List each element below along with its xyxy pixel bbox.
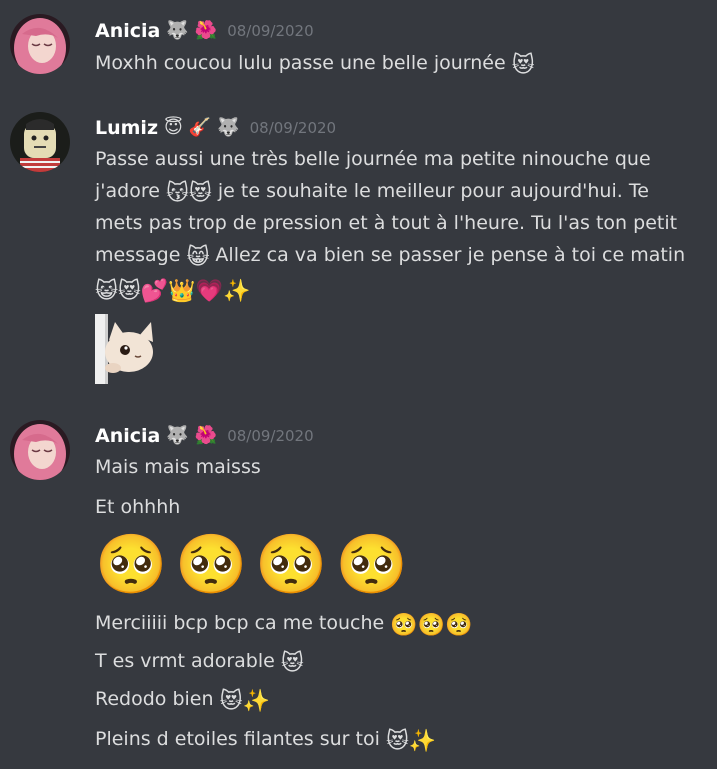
username[interactable]: Anicia xyxy=(95,425,160,447)
peeking-cat-sticker[interactable] xyxy=(95,314,159,384)
message-line: 🥺🥺🥺🥺 xyxy=(95,532,713,610)
heart-cat-sparkles-emoji-icon: 😻✨ xyxy=(385,729,437,754)
message-text: je te souhaite le meilleur pour aujourd'… xyxy=(217,180,649,202)
message-header: Anicia 🐺 🌺 08/09/2020 xyxy=(95,423,314,449)
chat-messages: Anicia 🐺 🌺 08/09/2020 Moxhh coucou lulu … xyxy=(0,0,717,769)
wolf-badge-icon: 🐺 xyxy=(166,425,189,446)
message-text: mets pas trop de pression et à tout à l'… xyxy=(95,212,678,234)
message-text: Mais mais maisss xyxy=(95,456,261,478)
message-line: 😺😻💕👑💗✨ xyxy=(95,274,713,305)
message-text: Moxhh coucou lulu passe une belle journé… xyxy=(95,52,506,74)
pleading-cat-jumbo-emoji-icon: 🥺🥺🥺🥺 xyxy=(95,530,416,598)
avatar-pink-hair-icon xyxy=(10,14,70,74)
heart-cat-emoji-icon: 😻 xyxy=(511,53,535,78)
message-header: Anicia 🐺 🌺 08/09/2020 xyxy=(95,18,314,44)
message-line: Redodo bien 😻✨ xyxy=(95,684,713,715)
message-text: Merciiiii bcp bcp ca me touche xyxy=(95,612,385,634)
angel-badge-icon: 😇 xyxy=(164,117,183,138)
message-header: Lumiz 😇 🎸 🐺 08/09/2020 xyxy=(95,115,336,141)
avatar-character-icon xyxy=(10,112,70,172)
message-text: Passe aussi une très belle journée ma pe… xyxy=(95,148,651,170)
timestamp: 08/09/2020 xyxy=(227,22,314,40)
message-text: message xyxy=(95,244,181,266)
message-text: Redodo bien xyxy=(95,688,214,710)
message-line: message 😸 Allez ca va bien se passer je … xyxy=(95,240,713,271)
timestamp: 08/09/2020 xyxy=(227,427,314,445)
heart-cat-emoji-icon: 😻 xyxy=(280,651,304,676)
message-text: Et ohhhh xyxy=(95,496,181,518)
message-line: mets pas trop de pression et à tout à l'… xyxy=(95,208,713,239)
message-line: Merciiiii bcp bcp ca me touche 🥺🥺🥺 xyxy=(95,608,713,639)
cat-emoji-icon: 😽😻 xyxy=(165,181,212,206)
cat-emoji-icon: 😸 xyxy=(186,245,210,270)
message-line: T es vrmt adorable 😻 xyxy=(95,646,713,677)
heart-cat-sparkles-emoji-icon: 😻✨ xyxy=(219,689,270,714)
timestamp: 08/09/2020 xyxy=(249,119,337,137)
pleading-cat-emoji-icon: 🥺🥺🥺 xyxy=(390,613,473,638)
message-text: j'adore xyxy=(95,180,160,202)
message-line: Passe aussi une très belle journée ma pe… xyxy=(95,144,713,175)
flower-badge-icon: 🌺 xyxy=(194,20,218,41)
peeking-cat-icon xyxy=(95,314,153,384)
username[interactable]: Lumiz xyxy=(95,117,158,139)
guitar-badge-icon: 🎸 xyxy=(188,117,212,138)
message-text: T es vrmt adorable xyxy=(95,650,275,672)
username[interactable]: Anicia xyxy=(95,20,160,42)
message-line: Pleins d etoiles filantes sur toi 😻✨ xyxy=(95,724,713,755)
avatar-pink-hair-icon xyxy=(10,420,70,480)
avatar[interactable] xyxy=(10,14,70,74)
avatar[interactable] xyxy=(10,420,70,480)
flower-badge-icon: 🌺 xyxy=(194,425,218,446)
wolf-badge-icon: 🐺 xyxy=(217,117,240,138)
emoji-row-icon: 😺😻💕👑💗✨ xyxy=(95,279,251,304)
message-text: Pleins d etoiles filantes sur toi xyxy=(95,728,380,750)
message-line: Et ohhhh xyxy=(95,492,713,523)
message-line: j'adore 😽😻 je te souhaite le meilleur po… xyxy=(95,176,713,207)
message-text: Allez ca va bien se passer je pense à to… xyxy=(215,244,686,266)
wolf-badge-icon: 🐺 xyxy=(166,20,189,41)
message-line: Mais mais maisss xyxy=(95,452,713,483)
avatar[interactable] xyxy=(10,112,70,172)
message-line: Moxhh coucou lulu passe une belle journé… xyxy=(95,48,713,79)
